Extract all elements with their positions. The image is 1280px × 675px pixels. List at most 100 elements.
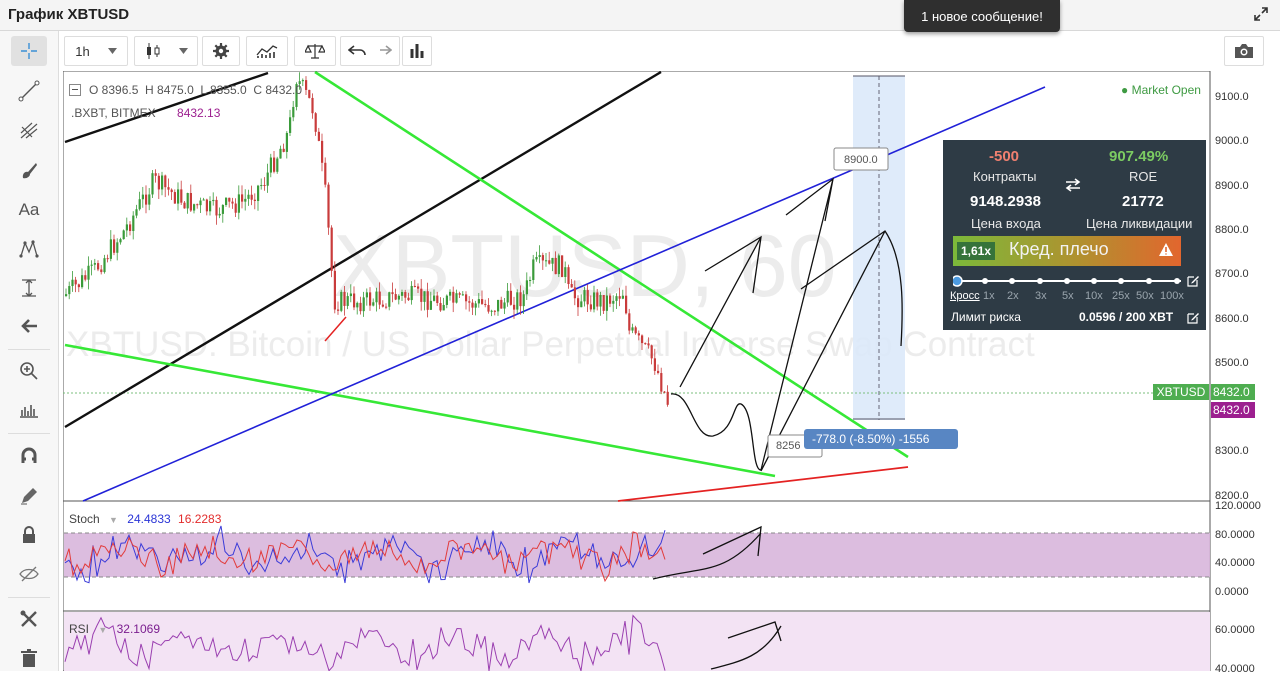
candle-body [647,343,650,346]
contracts-label: Контракты [973,169,1037,184]
candle-body [132,215,135,232]
candle-body [596,292,599,307]
trendline-green-lower[interactable] [64,343,776,478]
depth-button[interactable] [402,36,432,66]
candle-body [263,185,266,187]
leverage-label: Кред. плечо [1009,239,1109,259]
candle-body [77,284,80,288]
zoom-in-icon [20,362,38,380]
edit-icon[interactable] [1187,311,1200,324]
chevron-down-icon[interactable]: ▼ [109,515,118,525]
candle-body [532,259,535,280]
candle-body [180,189,183,203]
candle-body [359,302,362,312]
candle-body [90,264,93,266]
ruler-icon [22,279,36,297]
swap-icon[interactable] [1064,178,1082,192]
interval-select[interactable]: 1h [64,36,128,66]
candle-body [362,297,365,312]
candle-body [289,117,292,133]
pattern-tool[interactable] [11,234,47,264]
crosshair-tool[interactable] [11,36,47,66]
candle-body [148,194,151,205]
leverage-step[interactable]: 10x [1085,290,1103,302]
mark-price-tag: 8432.0 [1211,402,1255,418]
candle-body [538,255,541,257]
brush-tool[interactable] [11,155,47,185]
candle-body [218,213,221,216]
back-tool[interactable] [11,311,47,341]
candle-body [196,204,199,206]
bars-ruler-icon [20,405,38,418]
expand-icon[interactable] [1254,7,1268,21]
leverage-bar[interactable]: 1,61x Кред. плечо [953,236,1181,266]
drawing-mode-tool[interactable] [11,481,47,511]
roe-label: ROE [1129,169,1158,184]
candle-body [253,199,256,201]
edit-icon[interactable] [1187,274,1200,287]
candle-body [257,185,260,201]
toolbar-divider [8,349,50,350]
candle-body [458,293,461,295]
measure-range-tool[interactable] [11,395,47,425]
lock-tool[interactable] [11,520,47,550]
delete-tool[interactable] [11,643,47,673]
collapse-icon[interactable] [69,84,81,96]
crosshair-icon [21,43,37,59]
chevron-down-icon[interactable]: ▼ [98,625,107,635]
magnet-tool[interactable] [11,441,47,471]
bar-chart-icon [410,44,424,58]
candle-body [605,295,608,311]
tools-icon [20,610,37,627]
candle-body [221,204,224,214]
candle-body [567,267,570,285]
candle-body [193,204,196,211]
leverage-step[interactable]: 25x [1112,290,1130,302]
candle-body [228,197,231,202]
leverage-step[interactable]: 100x [1160,290,1184,302]
hide-tool[interactable] [11,559,47,589]
notification-toast[interactable]: 1 новое сообщение! [904,0,1060,32]
indicators-button[interactable] [246,36,288,66]
candle-body [157,175,160,190]
contracts-value: -500 [989,148,1020,165]
index-legend: .BXBT, BITMEX 8432.13 [71,106,220,120]
candle-body [509,290,512,305]
candle-body [631,327,634,331]
leverage-step[interactable]: 1x [983,290,995,302]
candle-body [535,256,538,260]
snapshot-button[interactable] [1224,36,1264,66]
rsi-label: RSI [69,622,90,636]
leverage-step[interactable]: 3x [1035,290,1047,302]
fork-tool[interactable] [11,115,47,145]
chart-type-select[interactable] [134,36,198,66]
candle-body [273,157,276,172]
indicators-icon [256,45,278,58]
trendline-red[interactable] [617,466,909,502]
leverage-step[interactable]: 5x [1062,290,1074,302]
settings-tool[interactable] [11,604,47,634]
text-tool[interactable]: Aa [11,195,47,225]
candle-body [247,194,250,199]
leverage-slider[interactable] [953,275,1189,287]
candle-body [106,258,109,260]
candle-body [506,290,509,303]
measure-tool[interactable] [11,273,47,303]
leverage-step[interactable]: 2x [1007,290,1019,302]
trendline-tool[interactable] [11,76,47,106]
compare-button[interactable] [294,36,336,66]
risk-limit-value: 0.0596 / 200 XBT [1079,310,1174,324]
candle-body [234,203,237,213]
candle-body [493,310,496,312]
stoch-d-value: 16.2283 [178,512,222,526]
candle-body [269,157,272,173]
scales-icon [305,44,325,59]
candle-body [209,201,212,212]
leverage-step[interactable]: 50x [1136,290,1154,302]
settings-button[interactable] [202,36,240,66]
candle-body [305,80,308,90]
zoom-tool[interactable] [11,356,47,386]
candle-body [237,194,240,213]
cross-margin-link[interactable]: Кросс [950,290,980,302]
undo-redo-group[interactable] [340,36,400,66]
